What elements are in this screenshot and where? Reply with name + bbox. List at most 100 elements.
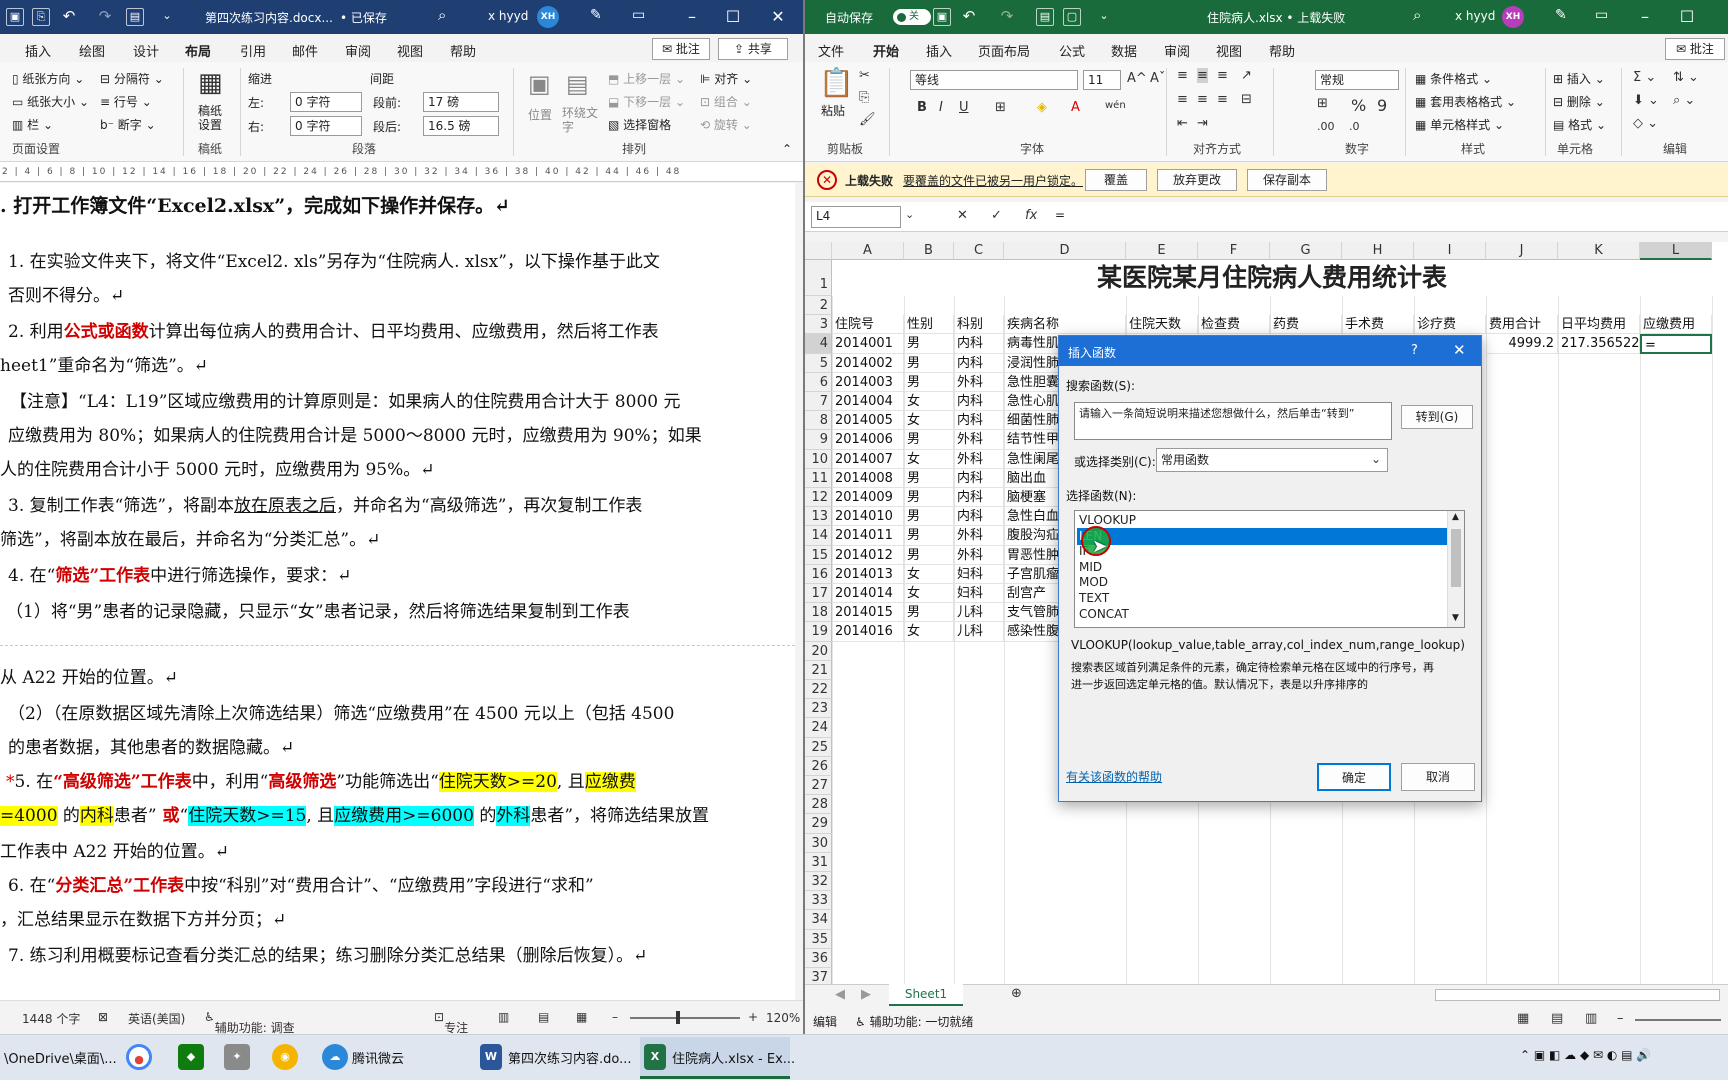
tab-review[interactable]: 审阅 xyxy=(345,41,371,60)
row-header[interactable]: 16 xyxy=(805,564,832,584)
save-icon[interactable]: ▣ xyxy=(6,8,24,26)
word-count[interactable]: 1448 个字 xyxy=(22,1010,80,1027)
row-header[interactable]: 31 xyxy=(805,852,832,872)
align-top-icon[interactable]: ≡ xyxy=(1177,68,1188,83)
pen-icon[interactable]: ✎ xyxy=(1555,7,1567,23)
column-header-c[interactable]: C xyxy=(954,242,1004,260)
cell-b5[interactable]: 男 xyxy=(904,353,954,373)
close-icon[interactable]: ✕ xyxy=(758,4,798,30)
bring-forward-button[interactable]: ⬒ 上移一层 ⌄ xyxy=(608,70,685,87)
tab-mailings[interactable]: 邮件 xyxy=(292,41,318,60)
browser-icon[interactable]: ◉ xyxy=(272,1044,298,1070)
clear-icon[interactable]: ◇ ⌄ xyxy=(1633,116,1658,131)
cell-c11[interactable]: 内科 xyxy=(954,468,1004,488)
font-size-field[interactable]: 11 xyxy=(1083,70,1121,90)
align-left-icon[interactable]: ≡ xyxy=(1177,92,1188,107)
function-list-item[interactable]: LEN xyxy=(1077,527,1447,545)
function-list-item[interactable]: IF xyxy=(1077,543,1447,560)
search-icon[interactable]: ⌕ xyxy=(438,6,446,24)
currency-icon[interactable]: ⊞ xyxy=(1317,96,1328,111)
tab-insert[interactable]: 插入 xyxy=(926,41,952,60)
cell-a5[interactable]: 2014002 xyxy=(832,353,904,373)
row-header[interactable]: 36 xyxy=(805,948,832,968)
focus-button[interactable]: ⊡ 专注 xyxy=(434,1010,468,1034)
space-after-field[interactable]: 16.5 磅 xyxy=(423,116,499,136)
new-doc-icon[interactable]: ▤ xyxy=(126,8,144,26)
tab-help[interactable]: 帮助 xyxy=(450,41,476,60)
column-header-k[interactable]: K xyxy=(1558,242,1640,260)
manuscript-button[interactable]: 稿纸设置 xyxy=(198,104,226,132)
close-icon[interactable]: ✕ xyxy=(1453,341,1466,359)
scroll-up-icon[interactable]: ▲ xyxy=(1452,512,1459,522)
column-header-b[interactable]: B xyxy=(904,242,954,260)
row-header[interactable]: 17 xyxy=(805,584,832,604)
cell-b3[interactable]: 性别 xyxy=(904,315,954,335)
cancel-button[interactable]: 取消 xyxy=(1401,763,1475,791)
cell-c15[interactable]: 外科 xyxy=(954,545,1004,565)
page-layout-view-icon[interactable]: ▤ xyxy=(1551,1011,1563,1026)
tab-references[interactable]: 引用 xyxy=(240,41,266,60)
cell-d3[interactable]: 疾病名称 xyxy=(1004,315,1126,335)
search-function-input[interactable]: 请输入一条简短说明来描述您想做什么，然后单击“转到” xyxy=(1074,402,1392,440)
cell-c7[interactable]: 内科 xyxy=(954,392,1004,412)
row-header[interactable]: 30 xyxy=(805,833,832,853)
cell-b7[interactable]: 女 xyxy=(904,392,954,412)
notif-message[interactable]: 要覆盖的文件已被另一用户锁定。 xyxy=(903,172,1083,189)
save-copy-button[interactable]: 保存副本 xyxy=(1247,169,1327,191)
customize-qat-icon[interactable]: ⌄ xyxy=(158,8,176,26)
function-help-link[interactable]: 有关该函数的帮助 xyxy=(1066,768,1162,785)
cell-b9[interactable]: 男 xyxy=(904,430,954,450)
cell-c5[interactable]: 内科 xyxy=(954,353,1004,373)
read-mode-icon[interactable]: ▥ xyxy=(498,1010,509,1024)
cell-a17[interactable]: 2014014 xyxy=(832,584,904,604)
column-header-a[interactable]: A xyxy=(832,242,904,260)
accessibility-status[interactable]: ♿ 辅助功能: 一切就绪 xyxy=(855,1013,973,1030)
tab-view[interactable]: 视图 xyxy=(1216,41,1242,60)
cancel-entry-icon[interactable]: ✕ xyxy=(957,208,968,223)
add-sheet-icon[interactable]: ⊕ xyxy=(1011,986,1022,1001)
selection-pane-button[interactable]: ▧ 选择窗格 xyxy=(608,116,671,133)
sort-filter-icon[interactable]: ⇅ ⌄ xyxy=(1673,70,1699,85)
row-header[interactable]: 1 xyxy=(805,260,832,296)
chevron-down-icon[interactable]: ⌄ xyxy=(1371,452,1381,466)
cell-b8[interactable]: 女 xyxy=(904,411,954,431)
undo-icon[interactable]: ↶ xyxy=(960,8,978,26)
manuscript-icon[interactable]: ▦ xyxy=(198,68,223,98)
prev-sheet-icon[interactable]: ◀ xyxy=(835,987,845,1002)
column-header-d[interactable]: D xyxy=(1004,242,1126,260)
row-header[interactable]: 24 xyxy=(805,718,832,738)
breaks-button[interactable]: ⊟ 分隔符 ⌄ xyxy=(100,70,164,87)
row-header[interactable]: 5 xyxy=(805,353,832,373)
next-sheet-icon[interactable]: ▶ xyxy=(861,987,871,1002)
cell-a19[interactable]: 2014016 xyxy=(832,622,904,642)
cell-a15[interactable]: 2014012 xyxy=(832,545,904,565)
borders-icon[interactable]: ⊞ xyxy=(995,100,1006,115)
cell-c9[interactable]: 外科 xyxy=(954,430,1004,450)
cell-a13[interactable]: 2014010 xyxy=(832,507,904,527)
undo-icon[interactable]: ↶ xyxy=(60,8,78,26)
zoom-slider[interactable] xyxy=(630,1017,740,1019)
user-name[interactable]: x hyyd xyxy=(488,9,528,23)
decrease-indent-icon[interactable]: ⇤ xyxy=(1177,116,1188,131)
column-header-h[interactable]: H xyxy=(1342,242,1414,260)
function-list-item[interactable]: MID xyxy=(1077,559,1447,576)
proofing-icon[interactable]: ⊠ xyxy=(98,1010,108,1024)
horizontal-scrollbar[interactable] xyxy=(1435,989,1720,1001)
paste-icon[interactable]: 📋 xyxy=(819,66,854,99)
paper-size-button[interactable]: ▭ 纸张大小 ⌄ xyxy=(12,93,89,110)
cell-b19[interactable]: 女 xyxy=(904,622,954,642)
help-icon[interactable]: ? xyxy=(1411,343,1418,358)
cell-f3[interactable]: 检查费 xyxy=(1198,315,1270,335)
tab-review[interactable]: 审阅 xyxy=(1164,41,1190,60)
cell-b4[interactable]: 男 xyxy=(904,334,954,354)
table-format-button[interactable]: ▦ 套用表格格式 ⌄ xyxy=(1415,93,1516,110)
row-header[interactable]: 8 xyxy=(805,411,832,431)
confirm-entry-icon[interactable]: ✓ xyxy=(991,208,1002,223)
share-button[interactable]: ⇪ 共享 xyxy=(718,38,788,60)
cell-a10[interactable]: 2014007 xyxy=(832,449,904,469)
font-name-field[interactable]: 等线 xyxy=(910,70,1078,90)
row-header[interactable]: 33 xyxy=(805,891,832,911)
phonetic-icon[interactable]: wén xyxy=(1105,100,1126,111)
overwrite-button[interactable]: 覆盖 xyxy=(1085,169,1147,191)
conditional-format-button[interactable]: ▦ 条件格式 ⌄ xyxy=(1415,70,1492,87)
